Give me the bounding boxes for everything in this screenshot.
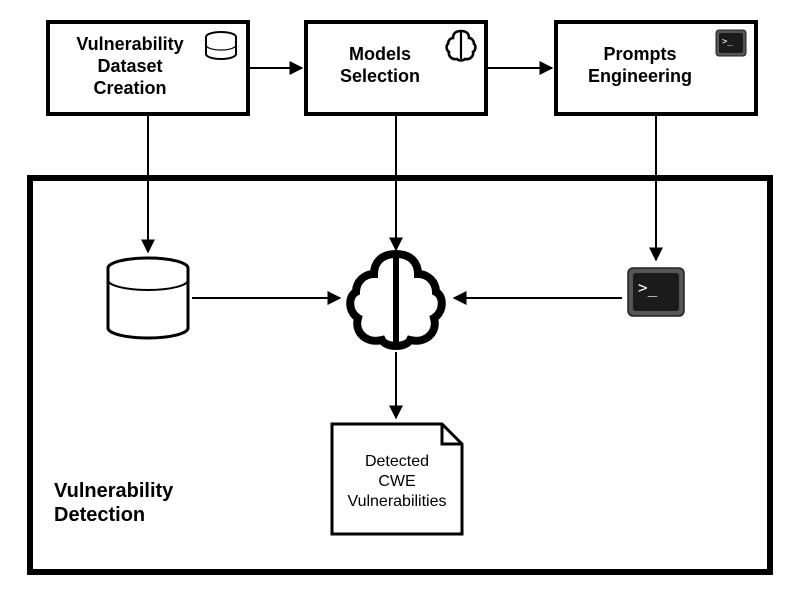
box-prompts-line1: Prompts <box>603 44 676 64</box>
box-models-line1: Models <box>349 44 411 64</box>
database-node <box>108 258 188 338</box>
output-line1: Detected <box>365 453 429 470</box>
box-prompts-line2: Engineering <box>588 66 692 86</box>
box-models-line2: Selection <box>340 66 420 86</box>
container-title-line2: Detection <box>54 504 145 526</box>
diagram-canvas: >_ >_ <box>0 0 800 593</box>
box-dataset-line3: Creation <box>93 78 166 98</box>
output-line3: Vulnerabilities <box>347 493 446 510</box>
terminal-icon <box>716 30 746 56</box>
box-prompts-engineering: Prompts Engineering <box>556 22 756 114</box>
box-dataset-creation: Vulnerability Dataset Creation <box>48 22 248 114</box>
output-document: Detected CWE Vulnerabilities <box>332 424 462 534</box>
terminal-node <box>628 268 684 316</box>
box-models-selection: Models Selection <box>306 22 486 114</box>
output-line2: CWE <box>378 473 415 490</box>
box-dataset-line1: Vulnerability <box>76 34 183 54</box>
container-title-line1: Vulnerability <box>54 480 174 502</box>
database-icon <box>206 32 236 59</box>
box-dataset-line2: Dataset <box>97 56 162 76</box>
